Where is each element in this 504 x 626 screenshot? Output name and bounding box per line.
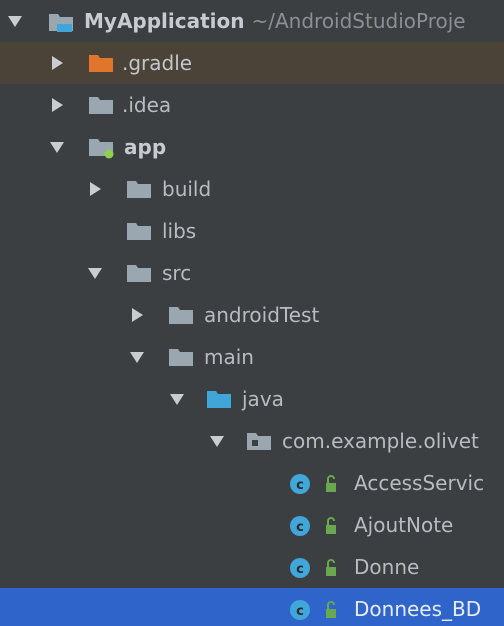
public-access-icon <box>322 600 342 620</box>
tree-row-myapplication[interactable]: MyApplication ~/AndroidStudioProje <box>0 0 504 42</box>
tree-row-label: app <box>124 135 167 159</box>
svg-text:c: c <box>296 478 304 493</box>
collapse-arrow-icon[interactable] <box>52 56 63 70</box>
tree-row-label: Donne <box>354 555 420 579</box>
tree-row-label: AccessServic <box>354 471 485 495</box>
tree-row-label: libs <box>162 219 197 243</box>
folder-icon <box>168 305 194 325</box>
tree-row-java[interactable]: java <box>0 378 504 420</box>
project-name: MyApplication <box>84 9 245 33</box>
tree-row-src[interactable]: src <box>0 252 504 294</box>
tree-row-class-accessservic[interactable]: c AccessServic <box>0 462 504 504</box>
tree-row-label: androidTest <box>204 303 320 327</box>
folder-icon <box>88 95 114 115</box>
folder-icon <box>126 179 152 199</box>
tree-row-idea[interactable]: .idea <box>0 84 504 126</box>
tree-row-label: java <box>242 387 284 411</box>
tree-row-main[interactable]: main <box>0 336 504 378</box>
excluded-folder-icon <box>88 53 114 73</box>
svg-text:c: c <box>296 604 304 619</box>
tree-row-label: build <box>162 177 212 201</box>
expand-arrow-icon[interactable] <box>130 352 144 363</box>
project-path: ~/AndroidStudioProje <box>251 9 466 33</box>
public-access-icon <box>322 558 342 578</box>
class-icon: c <box>288 472 312 496</box>
tree-row-androidtest[interactable]: androidTest <box>0 294 504 336</box>
tree-row-label: main <box>204 345 254 369</box>
expand-arrow-icon[interactable] <box>50 142 64 153</box>
public-access-icon <box>322 516 342 536</box>
collapse-arrow-icon[interactable] <box>132 308 143 322</box>
tree-row-label: com.example.olivet <box>282 429 479 453</box>
folder-icon <box>126 221 152 241</box>
svg-text:c: c <box>296 520 304 535</box>
expand-arrow-icon[interactable] <box>210 436 224 447</box>
tree-row-label: .idea <box>122 93 172 117</box>
package-icon <box>246 431 272 451</box>
expand-arrow-icon[interactable] <box>170 394 184 405</box>
collapse-arrow-icon[interactable] <box>90 182 101 196</box>
project-tree-panel: MyApplication ~/AndroidStudioProje .grad… <box>0 0 504 626</box>
class-icon: c <box>288 598 312 622</box>
tree-row-package[interactable]: com.example.olivet <box>0 420 504 462</box>
class-icon: c <box>288 514 312 538</box>
module-folder-icon <box>88 137 114 159</box>
tree-row-label: AjoutNote <box>354 513 454 537</box>
expand-arrow-icon[interactable] <box>88 268 102 279</box>
project-folder-icon <box>48 11 74 32</box>
tree-row-libs[interactable]: libs <box>0 210 504 252</box>
folder-icon <box>126 263 152 283</box>
tree-row-class-donne[interactable]: c Donne <box>0 546 504 588</box>
folder-icon <box>168 347 194 367</box>
tree-row-gradle[interactable]: .gradle <box>0 42 504 84</box>
tree-row-build[interactable]: build <box>0 168 504 210</box>
tree-row-class-donnees-bd[interactable]: c Donnees_BD <box>0 588 504 626</box>
public-access-icon <box>322 474 342 494</box>
tree-row-app[interactable]: app <box>0 126 504 168</box>
tree-row-label: MyApplication ~/AndroidStudioProje <box>84 0 466 42</box>
tree-row-class-ajoutnote[interactable]: c AjoutNote <box>0 504 504 546</box>
collapse-arrow-icon[interactable] <box>52 98 63 112</box>
class-icon: c <box>288 556 312 580</box>
source-folder-icon <box>206 389 232 409</box>
expand-arrow-icon[interactable] <box>8 16 22 27</box>
svg-text:c: c <box>296 562 304 577</box>
tree-row-label: .gradle <box>122 51 193 75</box>
tree-row-label: src <box>162 261 192 285</box>
tree-row-label: Donnees_BD <box>354 597 482 621</box>
